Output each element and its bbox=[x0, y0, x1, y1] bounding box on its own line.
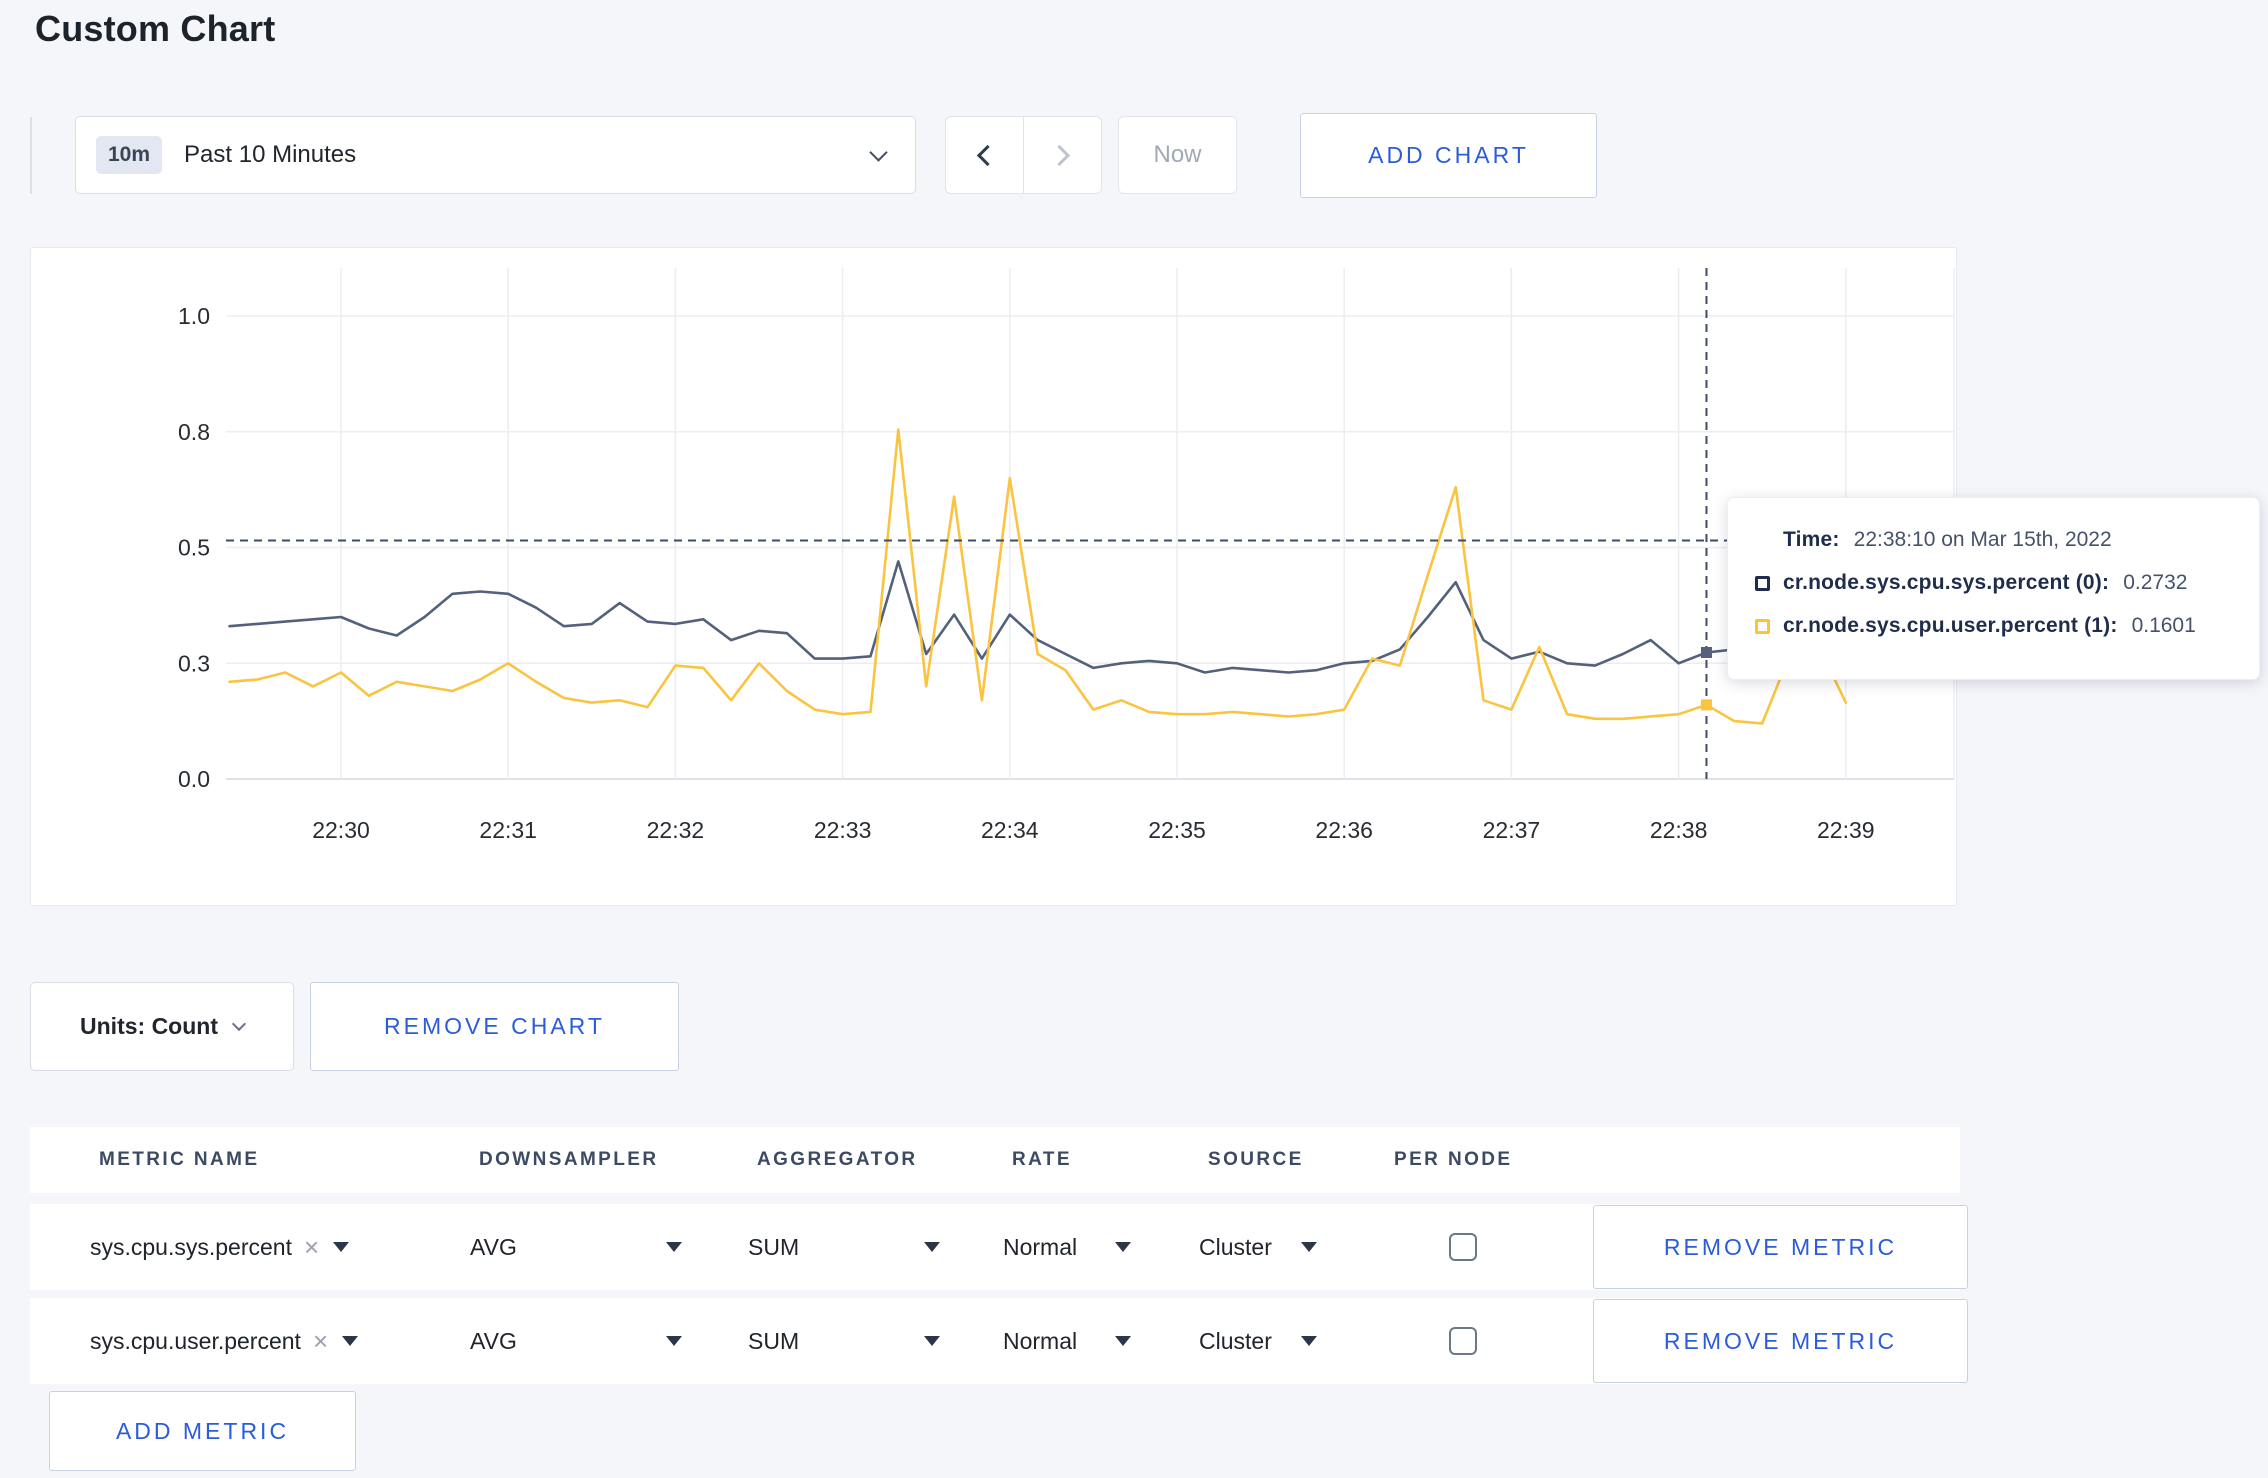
remove-metric-button[interactable]: REMOVE METRIC bbox=[1593, 1299, 1968, 1383]
page-title: Custom Chart bbox=[35, 8, 276, 49]
chevron-down-icon bbox=[869, 142, 888, 162]
svg-text:1.0: 1.0 bbox=[178, 303, 210, 329]
tooltip-series-value: 0.1601 bbox=[2131, 614, 2196, 637]
per-node-checkbox[interactable] bbox=[1449, 1327, 1477, 1355]
units-select[interactable]: Units: Count bbox=[30, 982, 294, 1071]
svg-text:22:39: 22:39 bbox=[1817, 817, 1875, 843]
time-step-buttons bbox=[945, 116, 1102, 194]
tooltip-time-label: Time: bbox=[1783, 528, 1840, 551]
svg-text:22:35: 22:35 bbox=[1148, 817, 1206, 843]
chart-plot-area[interactable]: 0.0 0.3 0.5 0.8 1.0 22:30 22:31 22:32 22:33 22:34… bbox=[31, 248, 1956, 905]
remove-chart-button[interactable]: REMOVE CHART bbox=[310, 982, 679, 1071]
aggregator-select[interactable]: SUM bbox=[748, 1328, 940, 1355]
table-row: sys.cpu.user.percent × AVG SUM Normal Cl… bbox=[30, 1298, 1968, 1384]
series-swatch-icon bbox=[1755, 618, 1770, 634]
rate-select[interactable]: Normal bbox=[1003, 1234, 1131, 1261]
time-range-select[interactable]: 10m Past 10 Minutes bbox=[75, 116, 916, 194]
svg-text:22:31: 22:31 bbox=[479, 817, 537, 843]
downsampler-select[interactable]: AVG bbox=[470, 1328, 682, 1355]
toolbar-divider bbox=[30, 117, 32, 194]
metric-name-select[interactable]: sys.cpu.sys.percent × bbox=[90, 1232, 470, 1263]
metric-name-value: sys.cpu.user.percent bbox=[90, 1327, 301, 1354]
add-metric-button[interactable]: ADD METRIC bbox=[49, 1391, 356, 1471]
chart-card: 0.0 0.3 0.5 0.8 1.0 22:30 22:31 22:32 22:33 22:34… bbox=[30, 247, 1957, 906]
previous-timespan-button[interactable] bbox=[946, 117, 1023, 193]
svg-text:22:38: 22:38 bbox=[1650, 817, 1708, 843]
clear-metric-icon[interactable]: × bbox=[304, 1232, 319, 1263]
per-node-checkbox[interactable] bbox=[1449, 1233, 1477, 1261]
column-header-per-node: PER NODE bbox=[1394, 1149, 1513, 1170]
chevron-left-icon bbox=[976, 144, 999, 166]
time-range-badge: 10m bbox=[96, 136, 163, 174]
chart-hover-tooltip: Time: 22:38:10 on Mar 15th, 2022 cr.node… bbox=[1727, 497, 2260, 680]
chevron-down-icon bbox=[231, 1016, 247, 1032]
caret-down-icon bbox=[924, 1336, 940, 1346]
tooltip-series-label: cr.node.sys.cpu.sys.percent (0): bbox=[1783, 571, 2110, 594]
tooltip-series-value: 0.2732 bbox=[2123, 571, 2188, 594]
svg-text:22:36: 22:36 bbox=[1315, 817, 1373, 843]
column-header-source: SOURCE bbox=[1208, 1149, 1304, 1170]
now-button[interactable]: Now bbox=[1118, 116, 1237, 194]
metric-name-select[interactable]: sys.cpu.user.percent × bbox=[90, 1326, 470, 1357]
caret-down-icon bbox=[342, 1336, 359, 1346]
tooltip-series-row: cr.node.sys.cpu.user.percent (1): 0.1601 bbox=[1755, 614, 2233, 638]
svg-text:0.8: 0.8 bbox=[178, 419, 210, 445]
rate-select[interactable]: Normal bbox=[1003, 1328, 1131, 1355]
aggregator-select[interactable]: SUM bbox=[748, 1234, 940, 1261]
svg-text:0.0: 0.0 bbox=[178, 766, 210, 792]
metrics-table: METRIC NAME DOWNSAMPLER AGGREGATOR RATE … bbox=[30, 1127, 1968, 1471]
metrics-table-header: METRIC NAME DOWNSAMPLER AGGREGATOR RATE … bbox=[30, 1127, 1960, 1193]
svg-text:0.5: 0.5 bbox=[178, 535, 210, 561]
svg-text:22:34: 22:34 bbox=[981, 817, 1039, 843]
series-swatch-icon bbox=[1755, 575, 1770, 591]
units-label: Units: Count bbox=[80, 1013, 218, 1039]
tooltip-time-row: Time: 22:38:10 on Mar 15th, 2022 bbox=[1783, 528, 2233, 552]
svg-text:22:37: 22:37 bbox=[1483, 817, 1541, 843]
metric-name-value: sys.cpu.sys.percent bbox=[90, 1233, 292, 1260]
caret-down-icon bbox=[666, 1242, 682, 1252]
source-select[interactable]: Cluster bbox=[1199, 1328, 1317, 1355]
tooltip-time-value: 22:38:10 on Mar 15th, 2022 bbox=[1853, 528, 2112, 551]
time-range-label: Past 10 Minutes bbox=[184, 141, 357, 168]
next-timespan-button[interactable] bbox=[1023, 117, 1101, 193]
svg-text:22:30: 22:30 bbox=[312, 817, 370, 843]
downsampler-select[interactable]: AVG bbox=[470, 1234, 682, 1261]
svg-text:22:33: 22:33 bbox=[814, 817, 872, 843]
clear-metric-icon[interactable]: × bbox=[313, 1326, 328, 1357]
svg-text:22:32: 22:32 bbox=[647, 817, 705, 843]
caret-down-icon bbox=[666, 1336, 682, 1346]
caret-down-icon bbox=[1301, 1242, 1317, 1252]
caret-down-icon bbox=[1301, 1336, 1317, 1346]
caret-down-icon bbox=[924, 1242, 940, 1252]
table-row: sys.cpu.sys.percent × AVG SUM Normal Clu… bbox=[30, 1204, 1968, 1290]
caret-down-icon bbox=[333, 1242, 350, 1252]
caret-down-icon bbox=[1115, 1242, 1131, 1252]
column-header-metric-name: METRIC NAME bbox=[99, 1149, 260, 1170]
caret-down-icon bbox=[1115, 1336, 1131, 1346]
column-header-aggregator: AGGREGATOR bbox=[757, 1149, 918, 1170]
svg-text:0.3: 0.3 bbox=[178, 650, 210, 676]
source-select[interactable]: Cluster bbox=[1199, 1234, 1317, 1261]
add-chart-button[interactable]: ADD CHART bbox=[1300, 113, 1597, 198]
column-header-rate: RATE bbox=[1012, 1149, 1072, 1170]
tooltip-series-label: cr.node.sys.cpu.user.percent (1): bbox=[1783, 614, 2118, 637]
column-header-downsampler: DOWNSAMPLER bbox=[479, 1149, 659, 1170]
remove-metric-button[interactable]: REMOVE METRIC bbox=[1593, 1205, 1968, 1289]
tooltip-series-row: cr.node.sys.cpu.sys.percent (0): 0.2732 bbox=[1755, 571, 2233, 595]
chevron-right-icon bbox=[1048, 144, 1071, 166]
